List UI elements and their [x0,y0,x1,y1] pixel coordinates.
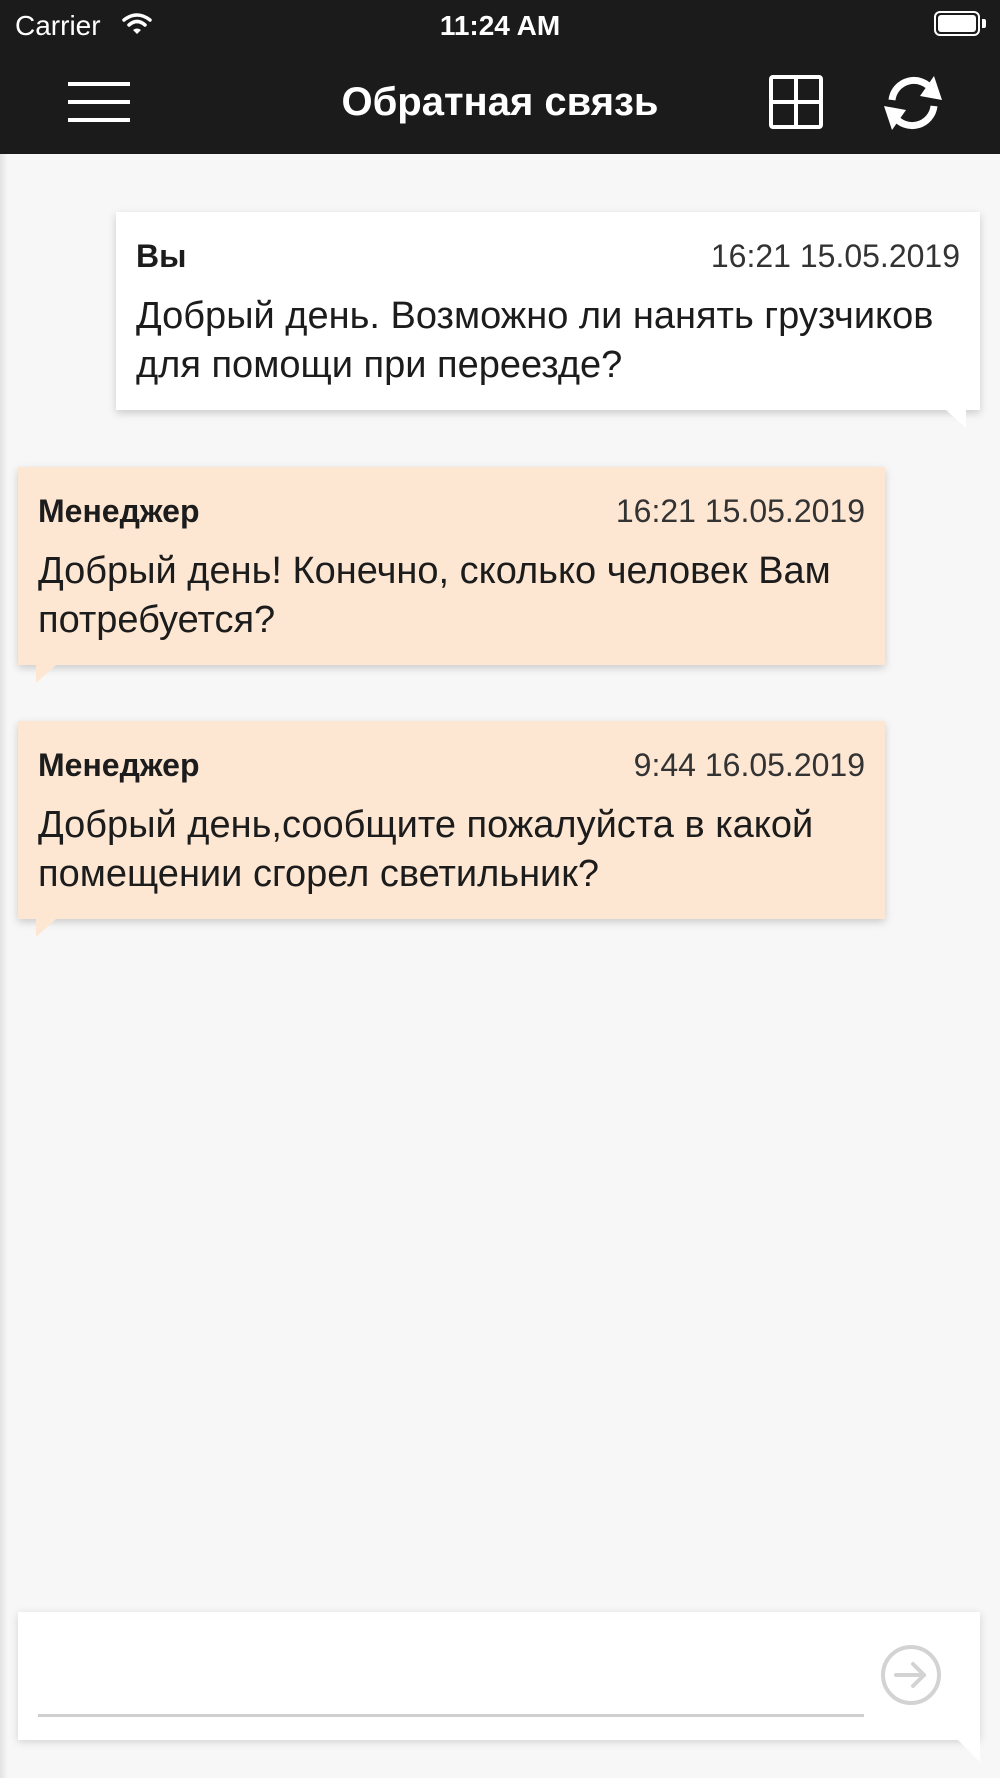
message-timestamp: 16:21 15.05.2019 [615,493,865,529]
message-sender: Менеджер [38,493,200,529]
battery-icon [934,11,986,36]
message-text: Добрый день! Конечно, сколько человек Ва… [38,550,831,641]
left-edge-shadow [0,154,8,1778]
message-bubble-outgoing: Вы 16:21 15.05.2019 Добрый день. Возможн… [116,212,980,428]
bubble-tail [36,919,56,937]
refresh-icon[interactable] [878,70,948,136]
status-time: 11:24 AM [439,10,561,41]
message-input[interactable] [38,1634,864,1717]
message-text: Добрый день. Возможно ли нанять грузчико… [136,295,934,386]
message-bubble-incoming: Менеджер 16:21 15.05.2019 Добрый день! К… [18,467,885,683]
composer-tail [958,1740,980,1762]
bubble-tail [946,410,966,428]
message-timestamp: 16:21 15.05.2019 [710,238,960,274]
navigation-bar: Обратная связь [0,50,1000,154]
message-sender: Менеджер [38,747,200,783]
status-bar: Carrier 11:24 AM [0,0,1000,50]
message-bubble-incoming: Менеджер 9:44 16.05.2019 Добрый день,соо… [18,721,885,937]
message-text: Добрый день,сообщите пожалуйста в какой … [38,804,814,895]
page-title: Обратная связь [341,80,659,124]
bubble-tail [36,665,56,683]
send-arrow-icon[interactable] [878,1642,944,1708]
message-composer [18,1612,980,1762]
message-timestamp: 9:44 16.05.2019 [633,747,865,783]
grid-icon[interactable] [764,70,828,134]
message-sender: Вы [136,238,187,274]
